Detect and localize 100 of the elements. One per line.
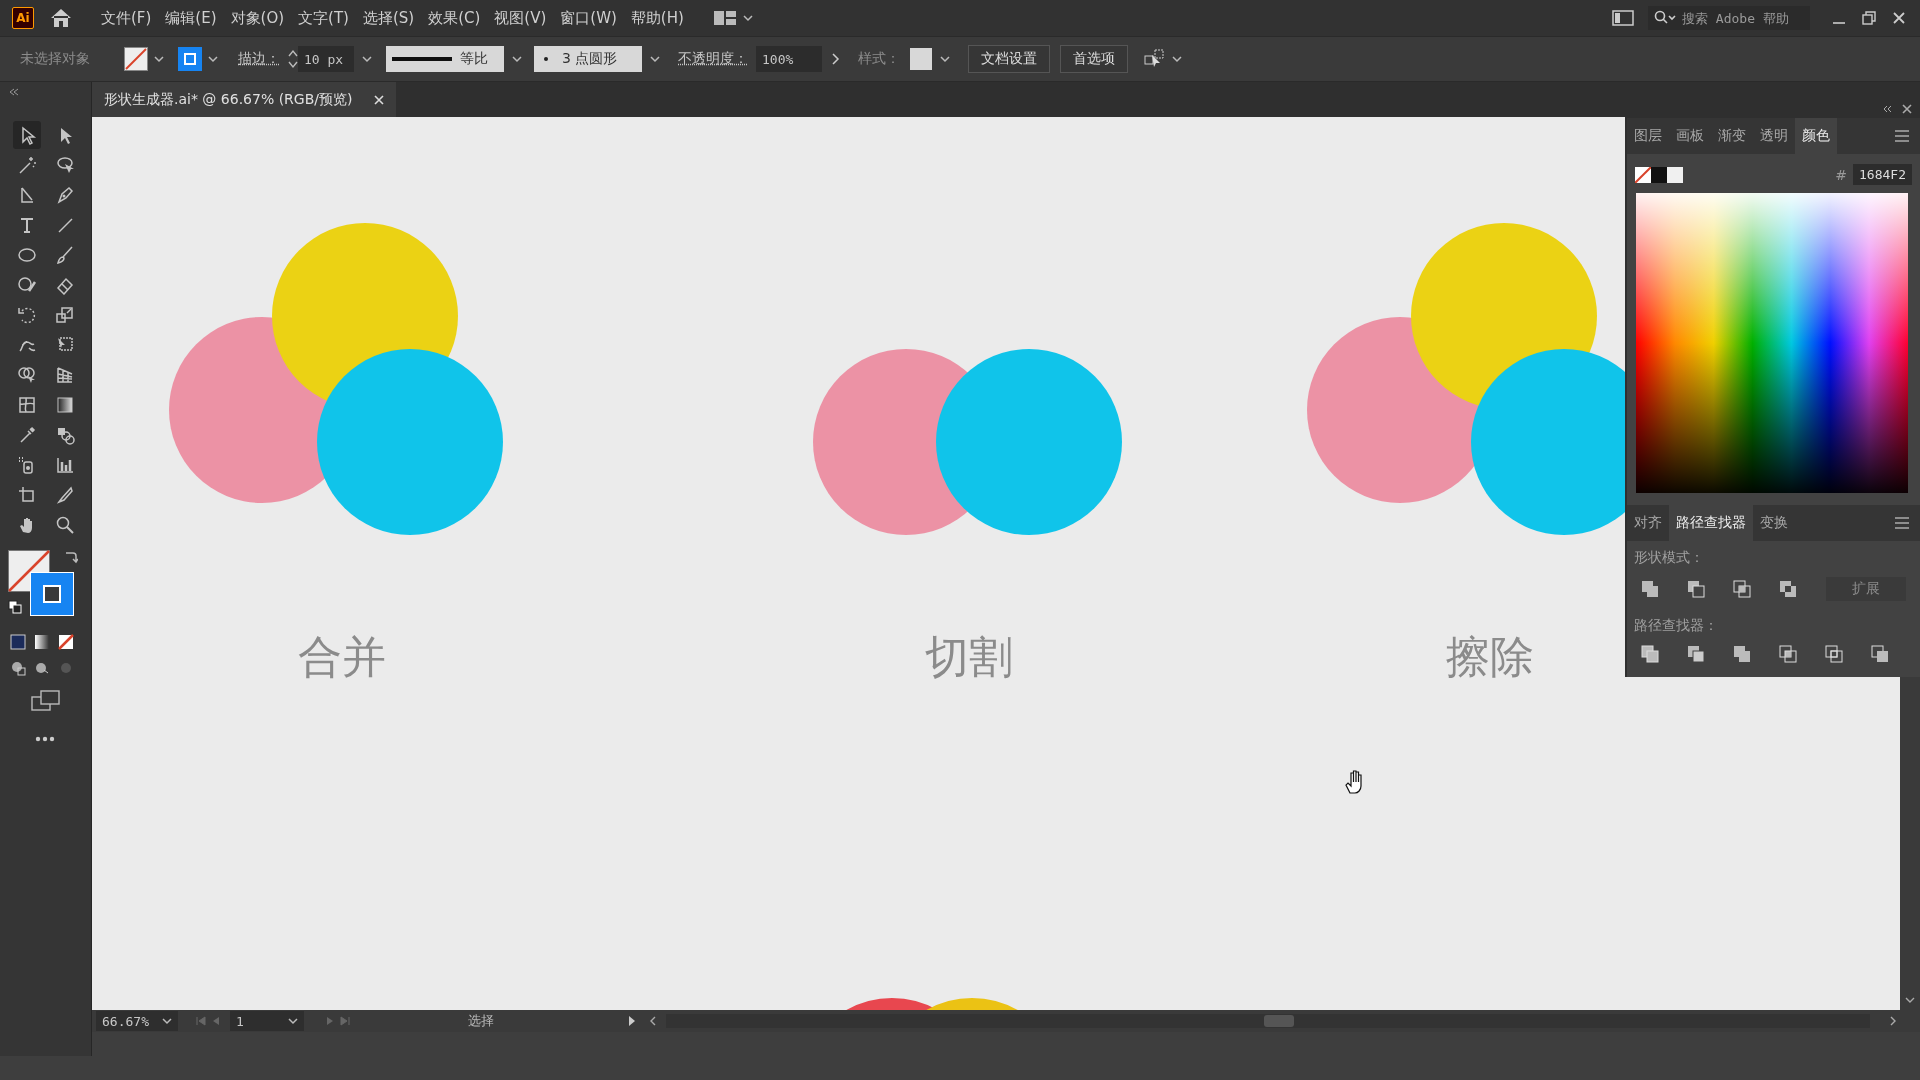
restore-icon[interactable] (1862, 11, 1876, 25)
unite-icon[interactable] (1641, 580, 1659, 598)
collapse-panel-icon[interactable] (1882, 104, 1892, 114)
perspective-grid-icon[interactable] (55, 365, 75, 385)
pen-icon[interactable] (55, 185, 75, 205)
caret-icon[interactable] (154, 55, 164, 63)
document-tab[interactable]: 形状生成器.ai* @ 66.67% (RGB/预览) (92, 82, 397, 117)
knife-icon[interactable] (55, 485, 75, 505)
scale-icon[interactable] (55, 305, 75, 325)
panel-menu-icon[interactable] (1894, 130, 1910, 142)
stroke-swatch[interactable] (30, 572, 74, 616)
close-panel-icon[interactable] (1902, 104, 1912, 114)
gradient-icon[interactable] (55, 395, 75, 415)
eraser-icon[interactable] (55, 275, 75, 295)
zoom-field[interactable]: 66.67% (96, 1011, 178, 1031)
spinner-arrows-icon[interactable] (288, 49, 298, 69)
artboard-icon[interactable] (17, 485, 37, 505)
caret-icon[interactable] (362, 55, 372, 63)
scroll-down-icon[interactable] (1905, 996, 1915, 1004)
menu-item[interactable]: 视图(V) (487, 4, 554, 32)
fill-none-swatch[interactable] (124, 47, 148, 71)
opacity-field[interactable]: 100% (756, 46, 822, 72)
screen-mode-icon[interactable] (31, 690, 61, 712)
arrange-documents-icon[interactable] (1144, 49, 1166, 69)
minus-back-icon[interactable] (1871, 645, 1889, 663)
caret-icon[interactable] (650, 55, 660, 63)
intersect-icon[interactable] (1733, 580, 1751, 598)
collapse-icon[interactable] (8, 88, 20, 96)
magic-wand-icon[interactable] (17, 155, 37, 175)
search-field[interactable]: 搜索 Adobe 帮助 (1648, 6, 1810, 30)
toolbar-button[interactable]: 首选项 (1060, 45, 1128, 73)
panel-tab[interactable]: 变换 (1753, 505, 1795, 541)
minus-front-icon[interactable] (1687, 580, 1705, 598)
draw-normal-icon[interactable] (10, 660, 26, 676)
divide-icon[interactable] (1641, 645, 1659, 663)
stroke-label[interactable]: 描边： (238, 50, 280, 68)
brush-dropdown[interactable]: 3 点圆形 (534, 46, 642, 72)
panel-tab[interactable]: 渐变 (1711, 118, 1753, 154)
paintbrush-icon[interactable] (55, 245, 75, 265)
outline-icon[interactable] (1825, 645, 1843, 663)
caret-icon[interactable] (208, 55, 218, 63)
panel-tab[interactable]: 画板 (1669, 118, 1711, 154)
menu-item[interactable]: 效果(C) (421, 4, 488, 32)
scrollbar-thumb[interactable] (1264, 1015, 1294, 1027)
stroke-swatch[interactable] (178, 47, 202, 71)
scroll-left-icon[interactable] (650, 1016, 656, 1026)
panel-tab[interactable]: 颜色 (1795, 118, 1837, 154)
chevron-right-icon[interactable] (832, 53, 840, 65)
caret-icon[interactable] (940, 55, 950, 63)
caret-icon[interactable] (742, 14, 753, 22)
lasso-icon[interactable] (55, 155, 75, 175)
close-icon[interactable] (374, 94, 385, 105)
mesh-icon[interactable] (17, 395, 37, 415)
selection-tool-icon[interactable] (13, 121, 41, 149)
gradient-mode-icon[interactable] (34, 634, 50, 650)
close-icon[interactable] (1892, 11, 1906, 25)
menu-item[interactable]: 窗口(W) (553, 4, 624, 32)
caret-icon[interactable] (288, 1017, 298, 1025)
exclude-icon[interactable] (1779, 580, 1797, 598)
more-tools-icon[interactable] (35, 736, 55, 742)
trim-icon[interactable] (1687, 645, 1705, 663)
hex-field[interactable]: 1684F2 (1853, 164, 1912, 185)
panel-tab[interactable]: 透明 (1753, 118, 1795, 154)
play-icon[interactable] (628, 1015, 636, 1027)
draw-behind-icon[interactable] (34, 660, 50, 676)
zoom-icon[interactable] (55, 515, 75, 535)
swatch-icon[interactable] (1651, 166, 1667, 183)
menu-item[interactable]: 帮助(H) (623, 4, 691, 32)
workspace-layout-icon[interactable] (712, 9, 737, 27)
menu-item[interactable]: 文字(T) (291, 4, 356, 32)
crop-icon[interactable] (1779, 645, 1797, 663)
default-colors-icon[interactable] (8, 600, 22, 614)
caret-icon[interactable] (162, 1017, 172, 1025)
toolbar-button[interactable]: 文档设置 (968, 45, 1050, 73)
caret-icon[interactable] (512, 55, 522, 63)
menu-item[interactable]: 文件(F) (94, 4, 159, 32)
opacity-label[interactable]: 不透明度： (678, 50, 748, 68)
panel-tab[interactable]: 对齐 (1627, 505, 1669, 541)
merge-icon[interactable] (1733, 645, 1751, 663)
panel-tab[interactable]: 图层 (1627, 118, 1669, 154)
shape-builder-icon[interactable] (17, 365, 37, 385)
artboard-number-field[interactable]: 1 (230, 1011, 304, 1031)
ellipse-icon[interactable] (17, 245, 37, 265)
caret-icon[interactable] (1172, 55, 1182, 63)
none-color-icon[interactable] (1635, 166, 1651, 183)
swap-arrow-icon[interactable] (64, 550, 78, 564)
color-mode-icon[interactable] (10, 634, 26, 650)
blend-icon[interactable] (55, 425, 75, 445)
stroke-profile-dropdown[interactable]: 等比 (386, 46, 504, 72)
scroll-right-icon[interactable] (1890, 1016, 1896, 1026)
menu-item[interactable]: 对象(O) (223, 4, 292, 32)
panel-menu-icon[interactable] (1894, 517, 1910, 529)
none-mode-icon[interactable] (58, 634, 74, 650)
bar-chart-icon[interactable] (55, 455, 75, 475)
menu-item[interactable]: 编辑(E) (158, 4, 224, 32)
panel-tab[interactable]: 路径查找器 (1669, 505, 1753, 541)
swatch-icon[interactable] (1667, 166, 1683, 183)
style-swatch[interactable] (910, 48, 932, 70)
menu-item[interactable]: 选择(S) (355, 4, 422, 32)
stroke-weight-field[interactable]: 10 px (298, 46, 354, 72)
